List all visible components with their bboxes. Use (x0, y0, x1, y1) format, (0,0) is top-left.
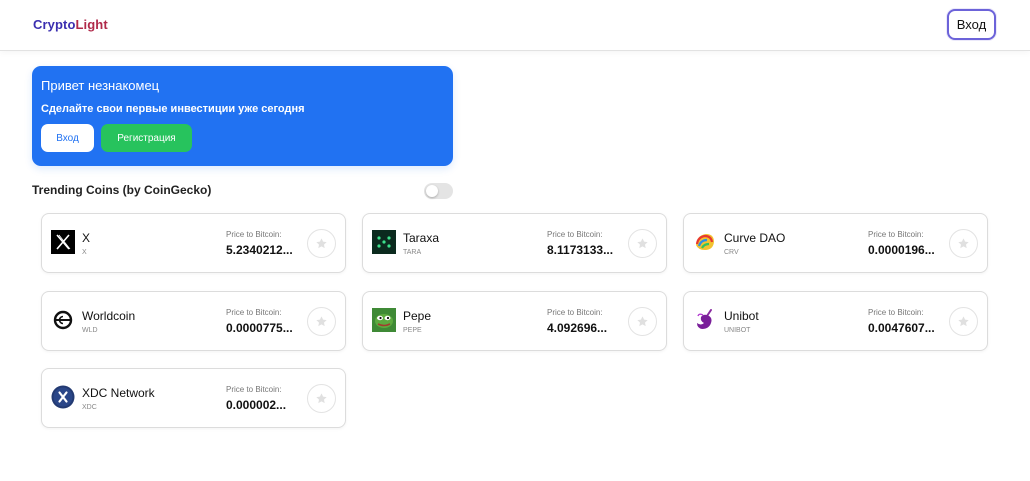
coin-card[interactable]: Pepe PEPE Price to Bitcoin: 4.092696... (362, 291, 667, 351)
logo[interactable]: CryptoLight (33, 17, 108, 32)
welcome-title: Привет незнакомец (41, 78, 160, 93)
coin-card[interactable]: Unibot UNIBOT Price to Bitcoin: 0.004760… (683, 291, 988, 351)
trending-toggle[interactable] (424, 183, 453, 199)
taraxa-icon (372, 230, 396, 254)
favorite-button[interactable] (307, 229, 336, 258)
price-value: 5.2340212... (226, 243, 293, 257)
banner-login-button[interactable]: Вход (41, 124, 94, 152)
coin-card[interactable]: Taraxa TARA Price to Bitcoin: 8.1173133.… (362, 213, 667, 273)
favorite-button[interactable] (307, 307, 336, 336)
coin-symbol: CRV (724, 249, 739, 256)
coin-name: Taraxa (403, 231, 440, 245)
favorite-button[interactable] (949, 229, 978, 258)
favorite-button[interactable] (307, 384, 336, 413)
star-icon (316, 238, 327, 249)
header-login-button[interactable]: Вход (947, 9, 996, 40)
price-value: 4.092696... (547, 321, 608, 335)
welcome-subtitle: Сделайте свои первые инвестиции уже сего… (41, 103, 305, 115)
coin-card[interactable]: Worldcoin WLD Price to Bitcoin: 0.000077… (41, 291, 346, 351)
xdc-network-icon (51, 385, 75, 409)
coin-card[interactable]: XDC Network XDC Price to Bitcoin: 0.0000… (41, 368, 346, 428)
price-label: Price to Bitcoin: (868, 308, 924, 317)
coin-card[interactable]: Curve DAO CRV Price to Bitcoin: 0.000019… (683, 213, 988, 273)
logo-part-light: Light (75, 17, 108, 32)
toggle-knob (426, 185, 438, 197)
pepe-icon (372, 308, 396, 332)
favorite-button[interactable] (949, 307, 978, 336)
unibot-icon (693, 308, 717, 332)
price-label: Price to Bitcoin: (547, 230, 603, 239)
coin-name: Curve DAO (724, 231, 786, 245)
coin-symbol: UNIBOT (724, 327, 751, 334)
welcome-banner: Привет незнакомец Сделайте свои первые и… (32, 66, 453, 166)
coin-name: XDC Network (82, 386, 155, 400)
logo-part-crypto: Crypto (33, 17, 76, 32)
star-icon (316, 393, 327, 404)
star-icon (958, 316, 969, 327)
price-value: 8.1173133... (547, 243, 614, 257)
coin-symbol: TARA (403, 249, 422, 256)
price-label: Price to Bitcoin: (547, 308, 603, 317)
price-label: Price to Bitcoin: (226, 230, 282, 239)
coin-name: Worldcoin (82, 309, 136, 323)
price-value: 0.0047607... (868, 321, 935, 335)
coin-card[interactable]: X X Price to Bitcoin: 5.2340212... (41, 213, 346, 273)
price-label: Price to Bitcoin: (226, 385, 282, 394)
star-icon (637, 238, 648, 249)
coin-symbol: WLD (82, 327, 98, 334)
coin-symbol: X (82, 249, 87, 256)
register-button[interactable]: Регистрация (101, 124, 192, 152)
coin-name: X (82, 231, 91, 245)
star-icon (637, 316, 648, 327)
curve-dao-icon (693, 230, 717, 254)
price-value: 0.0000775... (226, 321, 293, 335)
price-label: Price to Bitcoin: (868, 230, 924, 239)
coin-name: Unibot (724, 309, 759, 323)
favorite-button[interactable] (628, 307, 657, 336)
price-value: 0.000002... (226, 398, 287, 412)
coin-symbol: XDC (82, 404, 97, 411)
price-value: 0.0000196... (868, 243, 935, 257)
star-icon (316, 316, 327, 327)
top-header: CryptoLight Вход (0, 0, 1030, 51)
star-icon (958, 238, 969, 249)
price-label: Price to Bitcoin: (226, 308, 282, 317)
coin-name: Pepe (403, 309, 432, 323)
coin-symbol: PEPE (403, 327, 422, 334)
worldcoin-icon (51, 308, 75, 332)
x-coin-icon (51, 230, 75, 254)
favorite-button[interactable] (628, 229, 657, 258)
trending-title: Trending Coins (by CoinGecko) (32, 183, 212, 197)
